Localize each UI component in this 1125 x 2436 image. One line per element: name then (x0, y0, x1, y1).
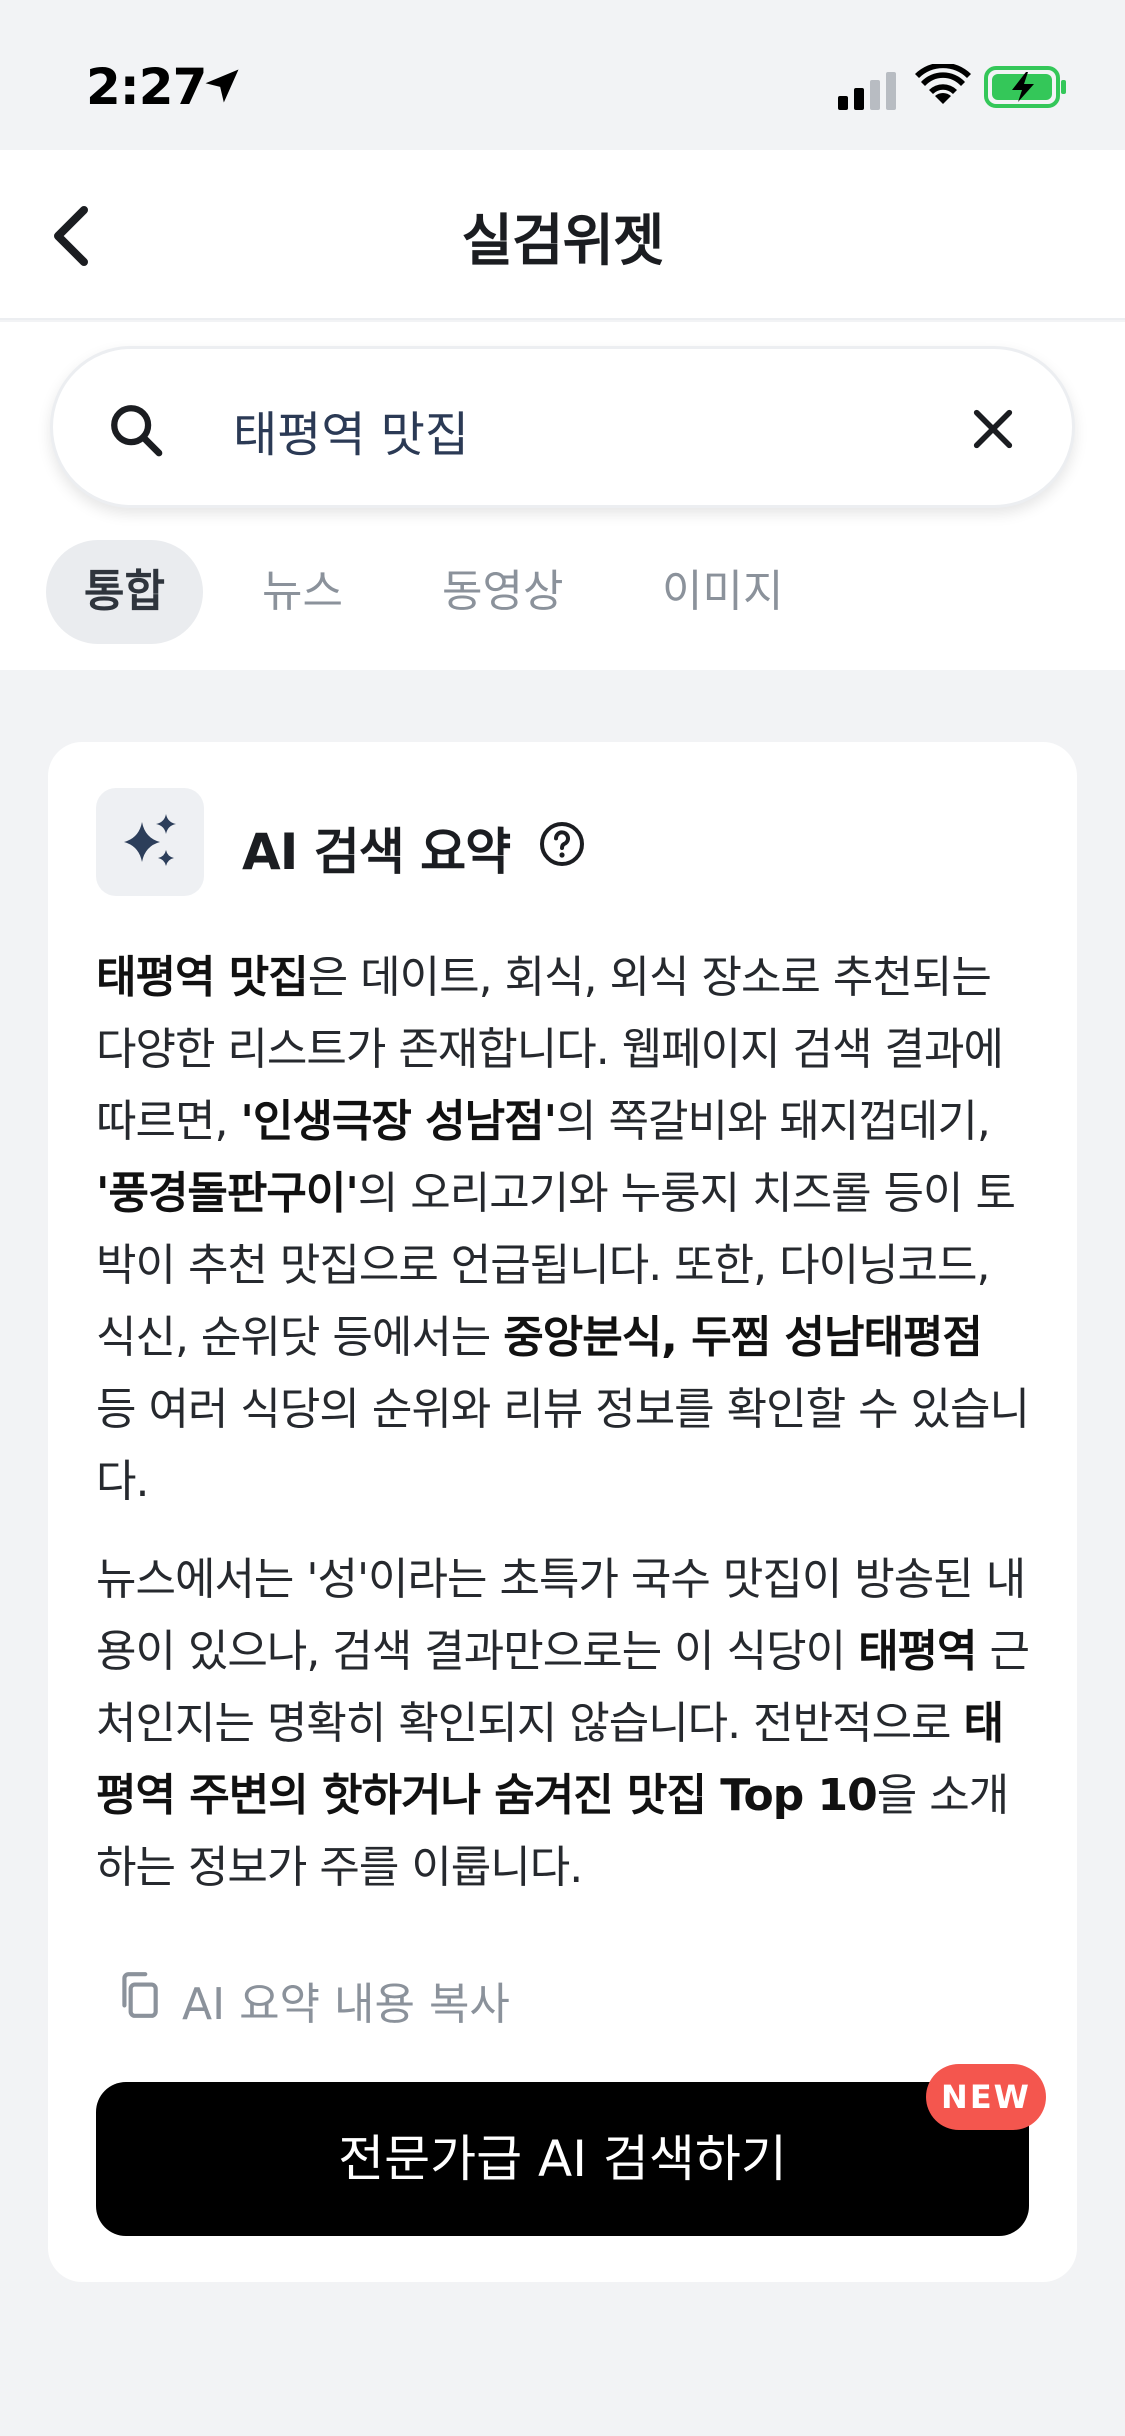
copy-summary-label: AI 요약 내용 복사 (182, 1979, 510, 2030)
new-badge: NEW (926, 2064, 1046, 2130)
search-input[interactable] (233, 391, 953, 469)
wifi-icon (915, 64, 971, 104)
sparkles-icon (124, 814, 176, 866)
page-title: 실검위젯 (461, 209, 664, 274)
search-bar[interactable] (50, 346, 1075, 508)
status-bar: 2:27 (0, 0, 1125, 150)
ai-summary-card: AI 검색 요약 태평역 맛집은 데이트, 회식, 외식 장소로 추천되는 다양… (48, 742, 1077, 2282)
summary-text: 의 쪽갈비와 돼지껍데기, (556, 1096, 991, 1147)
tab-news[interactable]: 뉴스 (262, 540, 343, 644)
location-arrow-icon (205, 69, 239, 103)
summary-paragraph-2: 뉴스에서는 '성'이라는 초특가 국수 맛집이 방송된 내용이 있으나, 검색 … (96, 1544, 1032, 1904)
summary-highlight: '인생극장 성남점' (240, 1096, 557, 1147)
summary-text: 등 여러 식당의 순위와 리뷰 정보를 확인할 수 있습니다. (96, 1384, 1030, 1507)
summary-highlight: 중앙분식, 두찜 성남태평점 (503, 1312, 983, 1363)
copy-icon (122, 1972, 158, 2018)
tab-video[interactable]: 동영상 (442, 540, 563, 644)
search-icon (111, 405, 163, 457)
battery-charging-icon (984, 66, 1066, 108)
question-circle-icon[interactable] (538, 820, 586, 868)
expert-ai-search-button[interactable]: 전문가급 AI 검색하기 (96, 2082, 1029, 2236)
summary-paragraph-1: 태평역 맛집은 데이트, 회식, 외식 장소로 추천되는 다양한 리스트가 존재… (96, 942, 1032, 1518)
summary-highlight: '풍경돌판구이' (96, 1168, 359, 1219)
ai-summary-text: 태평역 맛집은 데이트, 회식, 외식 장소로 추천되는 다양한 리스트가 존재… (96, 942, 1032, 1904)
ai-badge (96, 788, 204, 896)
cellular-signal-icon (838, 72, 896, 110)
summary-highlight: 태평역 (858, 1626, 977, 1677)
close-icon[interactable] (965, 401, 1021, 457)
ai-summary-title: AI 검색 요약 (242, 823, 511, 881)
tab-integrated[interactable]: 통합 (46, 540, 203, 644)
search-section: 통합 뉴스 동영상 이미지 (0, 322, 1125, 670)
status-time: 2:27 (86, 58, 207, 116)
summary-highlight: 태평역 맛집 (96, 952, 309, 1003)
tab-image[interactable]: 이미지 (662, 540, 783, 644)
top-navigation-bar: 실검위젯 (0, 150, 1125, 320)
